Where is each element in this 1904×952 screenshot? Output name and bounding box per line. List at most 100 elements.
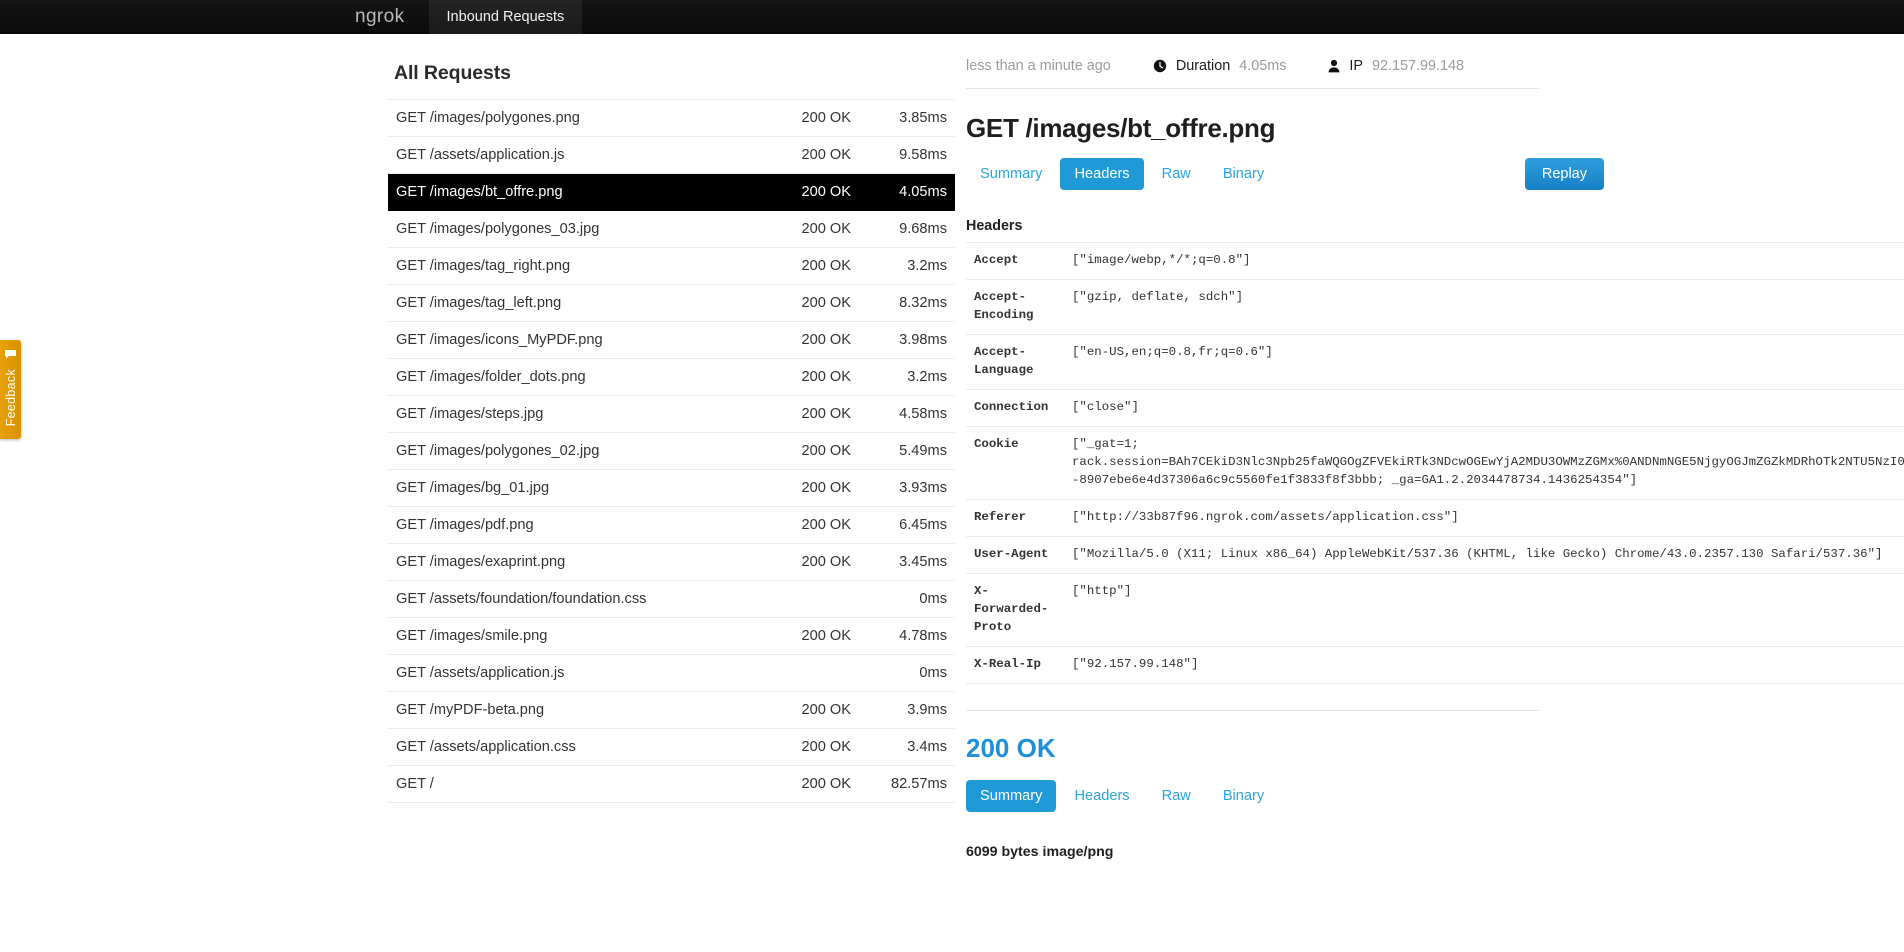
request-row-duration: 3.9ms [851, 702, 947, 718]
request-row-status: 200 OK [765, 517, 851, 533]
headers-section-label: Headers [966, 196, 1904, 242]
request-row-duration: 8.32ms [851, 295, 947, 311]
header-value: ["http"] [1064, 573, 1904, 646]
feedback-tab[interactable]: Feedback [0, 340, 21, 439]
header-value: ["gzip, deflate, sdch"] [1064, 279, 1904, 334]
request-row[interactable]: GET /images/polygones_02.jpg200 OK5.49ms [388, 433, 955, 470]
tab-binary[interactable]: Binary [1209, 158, 1278, 190]
request-row-duration: 3.2ms [851, 258, 947, 274]
top-navigation-bar: ngrok Inbound Requests [0, 0, 1904, 34]
duration-value: 4.05ms [1239, 58, 1286, 74]
request-row-duration: 3.2ms [851, 369, 947, 385]
request-row[interactable]: GET /images/exaprint.png200 OK3.45ms [388, 544, 955, 581]
request-row-status: 200 OK [765, 110, 851, 126]
tab-binary[interactable]: Binary [1209, 780, 1278, 812]
request-row[interactable]: GET /images/pdf.png200 OK6.45ms [388, 507, 955, 544]
header-value: ["en-US,en;q=0.8,fr;q=0.6"] [1064, 334, 1904, 389]
header-row: Referer["http://33b87f96.ngrok.com/asset… [966, 499, 1904, 536]
request-row-path: GET /images/bt_offre.png [396, 183, 765, 201]
tab-raw[interactable]: Raw [1148, 158, 1205, 190]
header-row: Cookie["_gat=1; rack.session=BAh7CEkiD3N… [966, 426, 1904, 499]
response-body-summary: 6099 bytes image/png [966, 818, 1904, 860]
request-row-duration: 3.45ms [851, 554, 947, 570]
request-row[interactable]: GET /assets/application.js200 OK9.58ms [388, 137, 955, 174]
request-row-path: GET /myPDF-beta.png [396, 701, 765, 719]
request-row[interactable]: GET /images/polygones.png200 OK3.85ms [388, 100, 955, 137]
request-row-status: 200 OK [765, 480, 851, 496]
replay-button[interactable]: Replay [1525, 158, 1604, 190]
request-row[interactable]: GET /assets/application.js0ms [388, 655, 955, 692]
request-row[interactable]: GET /images/steps.jpg200 OK4.58ms [388, 396, 955, 433]
header-key: X-Real-Ip [966, 646, 1064, 683]
request-row[interactable]: GET /images/icons_MyPDF.png200 OK3.98ms [388, 322, 955, 359]
meta-divider [966, 88, 1539, 89]
headers-table: Accept["image/webp,*/*;q=0.8"]Accept-Enc… [966, 242, 1904, 684]
tab-summary[interactable]: Summary [966, 780, 1056, 812]
request-row-status: 200 OK [765, 443, 851, 459]
request-row[interactable]: GET /images/bt_offre.png200 OK4.05ms [388, 174, 955, 211]
request-row-path: GET /images/smile.png [396, 627, 765, 645]
header-value: ["image/webp,*/*;q=0.8"] [1064, 243, 1904, 280]
request-row-duration: 3.93ms [851, 480, 947, 496]
time-ago-value: less than a minute ago [966, 58, 1111, 74]
header-key: User-Agent [966, 536, 1064, 573]
tab-summary[interactable]: Summary [966, 158, 1056, 190]
request-row-status: 200 OK [765, 776, 851, 792]
meta-ip: IP 92.157.99.148 [1328, 58, 1464, 74]
request-row[interactable]: GET /images/polygones_03.jpg200 OK9.68ms [388, 211, 955, 248]
request-row[interactable]: GET /images/folder_dots.png200 OK3.2ms [388, 359, 955, 396]
request-row[interactable]: GET /200 OK82.57ms [388, 766, 955, 803]
request-row-status: 200 OK [765, 628, 851, 644]
request-row-duration: 4.58ms [851, 406, 947, 422]
request-row[interactable]: GET /images/smile.png200 OK4.78ms [388, 618, 955, 655]
request-row-path: GET /images/steps.jpg [396, 405, 765, 423]
request-meta-row: less than a minute ago Duration 4.05ms [966, 34, 1904, 88]
page-body: All Requests GET /images/polygones.png20… [0, 34, 1904, 952]
request-row-path: GET /assets/foundation/foundation.css [396, 590, 765, 608]
request-row-duration: 6.45ms [851, 517, 947, 533]
request-row-status: 200 OK [765, 184, 851, 200]
request-row[interactable]: GET /assets/foundation/foundation.css0ms [388, 581, 955, 618]
request-row-path: GET / [396, 775, 765, 793]
response-tabs-group: SummaryHeadersRawBinary [966, 780, 1278, 812]
header-key: Accept-Language [966, 334, 1064, 389]
header-row: User-Agent["Mozilla/5.0 (X11; Linux x86_… [966, 536, 1904, 573]
person-icon [1328, 59, 1340, 73]
header-key: Referer [966, 499, 1064, 536]
request-row-path: GET /images/polygones_03.jpg [396, 220, 765, 238]
header-row: Connection["close"] [966, 389, 1904, 426]
request-row-duration: 3.98ms [851, 332, 947, 348]
topbar-left-spacer [0, 0, 355, 34]
request-row-path: GET /images/tag_right.png [396, 257, 765, 275]
request-row-duration: 9.58ms [851, 147, 947, 163]
request-row-duration: 3.4ms [851, 739, 947, 755]
request-row-status: 200 OK [765, 258, 851, 274]
tab-raw[interactable]: Raw [1148, 780, 1205, 812]
request-tabs: SummaryHeadersRawBinary Replay [966, 158, 1904, 196]
request-row[interactable]: GET /images/tag_left.png200 OK8.32ms [388, 285, 955, 322]
request-row[interactable]: GET /assets/application.css200 OK3.4ms [388, 729, 955, 766]
response-tabs: SummaryHeadersRawBinary [966, 780, 1904, 818]
request-row[interactable]: GET /images/tag_right.png200 OK3.2ms [388, 248, 955, 285]
request-row[interactable]: GET /myPDF-beta.png200 OK3.9ms [388, 692, 955, 729]
tab-headers[interactable]: Headers [1060, 780, 1143, 812]
request-row-duration: 4.05ms [851, 184, 947, 200]
header-value: ["close"] [1064, 389, 1904, 426]
request-row-path: GET /images/polygones.png [396, 109, 765, 127]
request-row-duration: 5.49ms [851, 443, 947, 459]
request-row[interactable]: GET /images/bg_01.jpg200 OK3.93ms [388, 470, 955, 507]
header-row: Accept-Language["en-US,en;q=0.8,fr;q=0.6… [966, 334, 1904, 389]
request-row-status: 200 OK [765, 295, 851, 311]
header-value: ["Mozilla/5.0 (X11; Linux x86_64) AppleW… [1064, 536, 1904, 573]
header-value: ["_gat=1; rack.session=BAh7CEkiD3Nlc3Npb… [1064, 426, 1904, 499]
request-tabs-group: SummaryHeadersRawBinary [966, 158, 1278, 190]
request-row-duration: 82.57ms [851, 776, 947, 792]
nav-item-inbound-requests[interactable]: Inbound Requests [429, 0, 583, 34]
header-key: Cookie [966, 426, 1064, 499]
request-row-path: GET /images/folder_dots.png [396, 368, 765, 386]
tab-headers[interactable]: Headers [1060, 158, 1143, 190]
request-row-path: GET /assets/application.css [396, 738, 765, 756]
request-row-duration: 4.78ms [851, 628, 947, 644]
request-row-status: 200 OK [765, 739, 851, 755]
meta-time-ago: less than a minute ago [966, 58, 1111, 74]
